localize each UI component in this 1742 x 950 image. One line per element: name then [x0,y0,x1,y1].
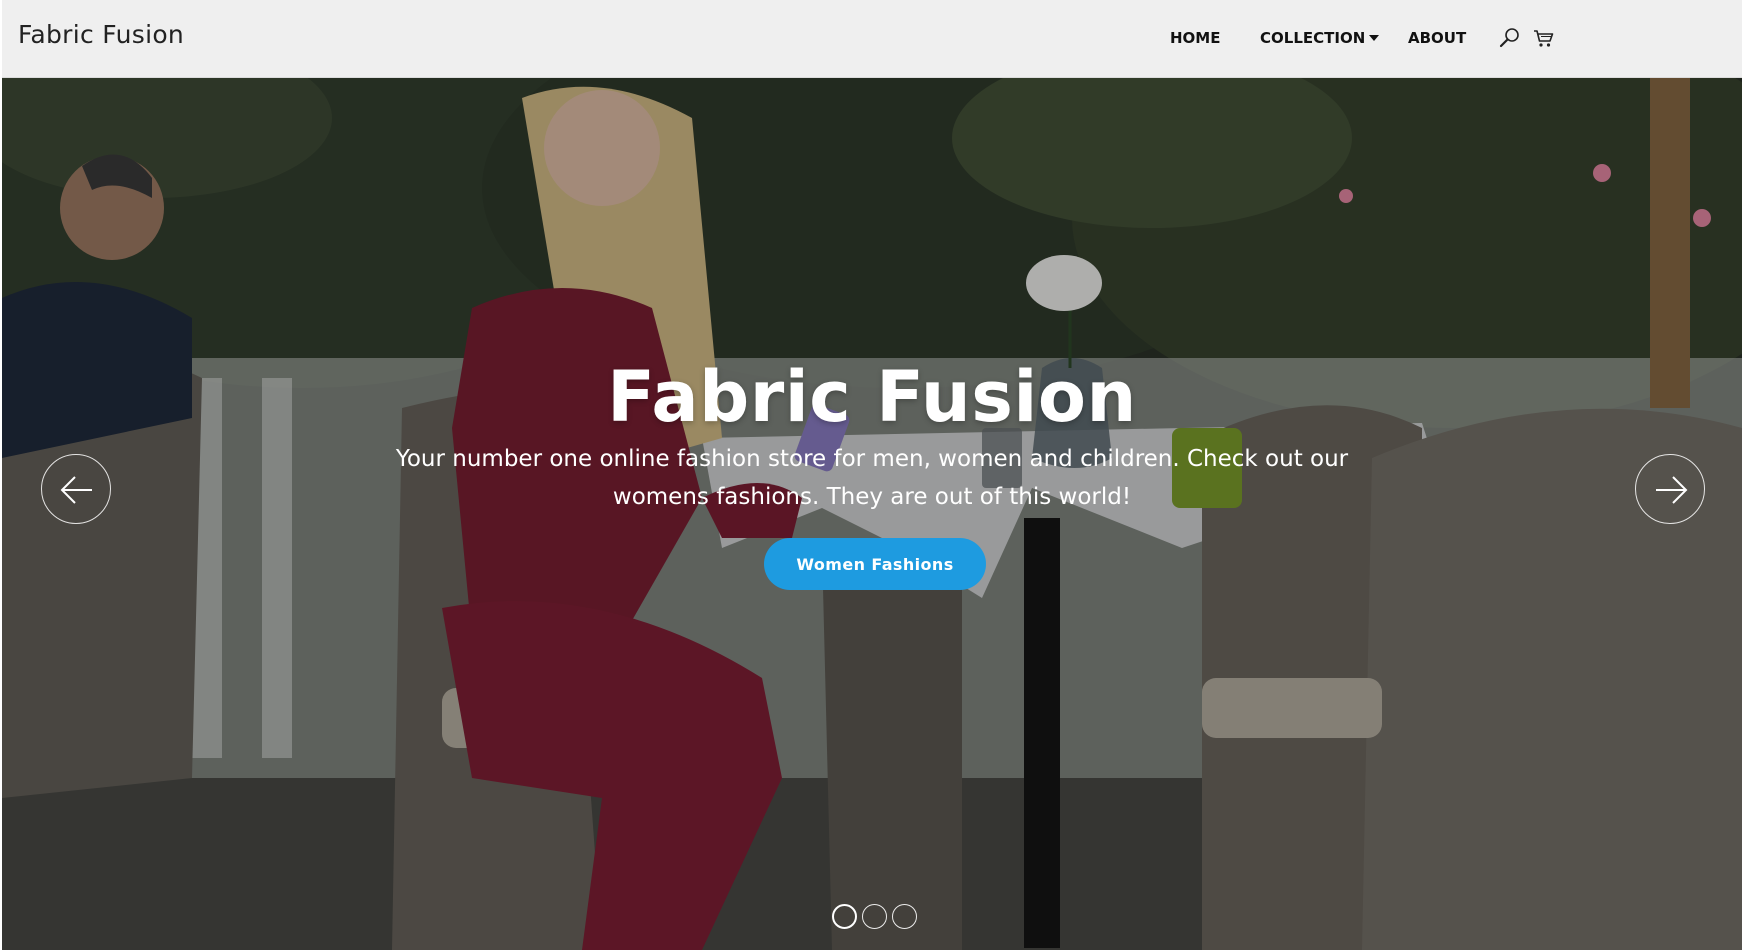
carousel-prev-button[interactable] [41,454,111,524]
chevron-down-icon [1369,35,1380,41]
nav-link-collection-label: COLLECTION [1260,29,1366,47]
page-frame: Fabric Fusion HOME COLLECTION ABOUT Fabr… [2,0,1742,950]
arrow-right-icon [1656,476,1688,504]
nav-links: HOME COLLECTION ABOUT [2,29,1742,49]
carousel-indicator-1[interactable] [832,904,857,929]
carousel-indicator-2[interactable] [862,904,887,929]
cart-icon[interactable] [1532,26,1556,50]
carousel-indicators [832,904,928,930]
hero-subtitle: Your number one online fashion store for… [395,446,1349,510]
search-icon[interactable] [1498,26,1522,50]
arrow-left-icon [60,476,92,504]
women-fashions-button[interactable]: Women Fashions [764,538,986,590]
carousel-indicator-3[interactable] [892,904,917,929]
hero-carousel: Fabric Fusion Your number one online fas… [2,78,1742,950]
nav-link-collection[interactable]: COLLECTION [1260,29,1380,47]
hero-title: Fabric Fusion [607,356,1137,438]
nav-link-about[interactable]: ABOUT [1408,29,1466,47]
nav-link-home[interactable]: HOME [1170,29,1220,47]
carousel-next-button[interactable] [1635,454,1705,524]
navbar: Fabric Fusion HOME COLLECTION ABOUT [2,0,1742,78]
